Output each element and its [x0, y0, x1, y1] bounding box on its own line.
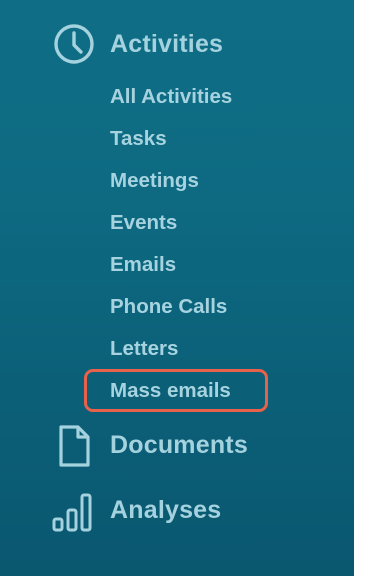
bar-chart-icon	[51, 489, 97, 535]
sidebar-item-emails[interactable]: Emails	[110, 250, 176, 280]
sidebar-item-letters[interactable]: Letters	[110, 334, 178, 364]
document-icon	[51, 423, 97, 469]
analyses-label: Analyses	[110, 495, 222, 524]
sidebar-nav: Activities All Activities Tasks Meetings…	[0, 0, 354, 576]
documents-label: Documents	[110, 430, 248, 459]
sidebar-section-analyses[interactable]: Analyses	[0, 485, 354, 535]
sidebar-section-documents[interactable]: Documents	[0, 420, 354, 470]
sidebar-item-tasks[interactable]: Tasks	[110, 124, 167, 154]
activities-label: Activities	[110, 29, 224, 58]
clock-icon	[51, 21, 97, 67]
sidebar-item-mass-emails[interactable]: Mass emails	[110, 376, 231, 406]
sidebar-section-activities[interactable]: Activities	[0, 19, 354, 69]
sidebar-item-events[interactable]: Events	[110, 208, 177, 238]
sidebar-item-meetings[interactable]: Meetings	[110, 166, 199, 196]
sidebar-item-phone-calls[interactable]: Phone Calls	[110, 292, 227, 322]
sidebar-item-all-activities[interactable]: All Activities	[110, 82, 232, 112]
